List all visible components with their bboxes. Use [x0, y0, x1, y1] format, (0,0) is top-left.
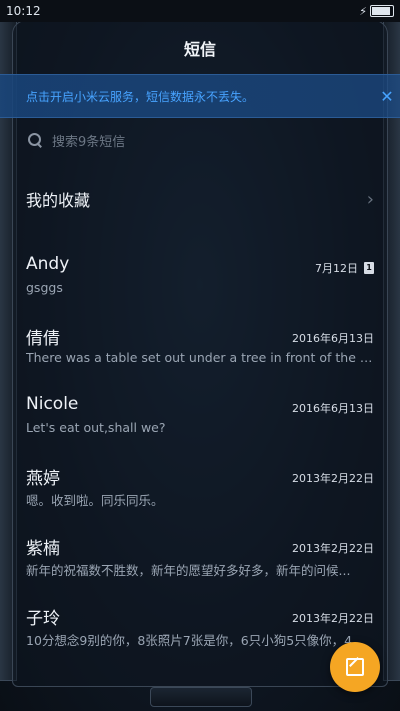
- message-preview: 新年的祝福数不胜数，新年的愿望好多好多，新年的问候...: [26, 563, 351, 578]
- close-icon[interactable]: ✕: [374, 87, 400, 106]
- conversation-item[interactable]: 燕婷 2013年2月22日 嗯。收到啦。同乐同乐。: [26, 460, 374, 530]
- message-date: 2016年6月13日: [292, 332, 374, 345]
- search-bar[interactable]: 搜索9条短信: [26, 128, 374, 152]
- contact-name: Nicole: [26, 394, 79, 414]
- message-date: 2016年6月13日: [292, 402, 374, 415]
- status-time: 10:12: [6, 4, 41, 18]
- contact-name: 紫楠: [26, 539, 60, 559]
- compose-icon: [346, 658, 364, 676]
- conversation-item[interactable]: Andy 7月12日 1 gsggs: [26, 250, 374, 320]
- message-preview: Let's eat out,shall we?: [26, 420, 166, 435]
- date-text: 7月12日: [315, 262, 358, 275]
- compose-button[interactable]: [330, 642, 380, 692]
- status-bar: 10:12 ⚡: [0, 0, 400, 22]
- conversation-item[interactable]: Nicole 2016年6月13日 Let's eat out,shall we…: [26, 390, 374, 460]
- message-date: 7月12日 1: [315, 260, 374, 276]
- contact-name: 燕婷: [26, 469, 60, 489]
- conversation-list: Andy 7月12日 1 gsggs 倩倩 2016年6月13日 There w…: [26, 250, 374, 670]
- cloud-service-banner[interactable]: 点击开启小米云服务，短信数据永不丢失。 ✕: [0, 74, 400, 118]
- search-placeholder[interactable]: 搜索9条短信: [52, 131, 125, 150]
- chevron-right-icon: ›: [366, 188, 374, 210]
- conversation-item[interactable]: 倩倩 2016年6月13日 There was a table set out …: [26, 320, 374, 390]
- search-icon: [26, 131, 44, 149]
- favorites-label: 我的收藏: [26, 191, 91, 210]
- sim-card-icon: 1: [364, 262, 374, 274]
- message-date: 2013年2月22日: [292, 612, 374, 625]
- message-preview: 10分想念9别的你，8张照片7张是你，6只小狗5只像你，4...: [26, 633, 365, 648]
- contact-name: 倩倩: [26, 329, 60, 349]
- conversation-item[interactable]: 紫楠 2013年2月22日 新年的祝福数不胜数，新年的愿望好多好多，新年的问候.…: [26, 530, 374, 600]
- battery-icon: [370, 5, 394, 17]
- status-indicators: ⚡: [359, 5, 400, 18]
- bottom-frame-decoration: [150, 687, 252, 707]
- contact-name: Andy: [26, 254, 70, 274]
- page-title: 短信: [183, 40, 216, 59]
- charging-icon: ⚡: [359, 4, 367, 18]
- message-preview: There was a table set out under a tree i…: [26, 350, 374, 365]
- contact-name: 子玲: [26, 609, 60, 629]
- conversation-item[interactable]: 子玲 2013年2月22日 10分想念9别的你，8张照片7张是你，6只小狗5只像…: [26, 600, 374, 670]
- message-date: 2013年2月22日: [292, 542, 374, 555]
- message-preview: 嗯。收到啦。同乐同乐。: [26, 493, 164, 508]
- message-preview: gsggs: [26, 280, 63, 295]
- favorites-row[interactable]: 我的收藏 ›: [26, 183, 374, 215]
- banner-text[interactable]: 点击开启小米云服务，短信数据永不丢失。: [0, 88, 254, 105]
- message-date: 2013年2月22日: [292, 472, 374, 485]
